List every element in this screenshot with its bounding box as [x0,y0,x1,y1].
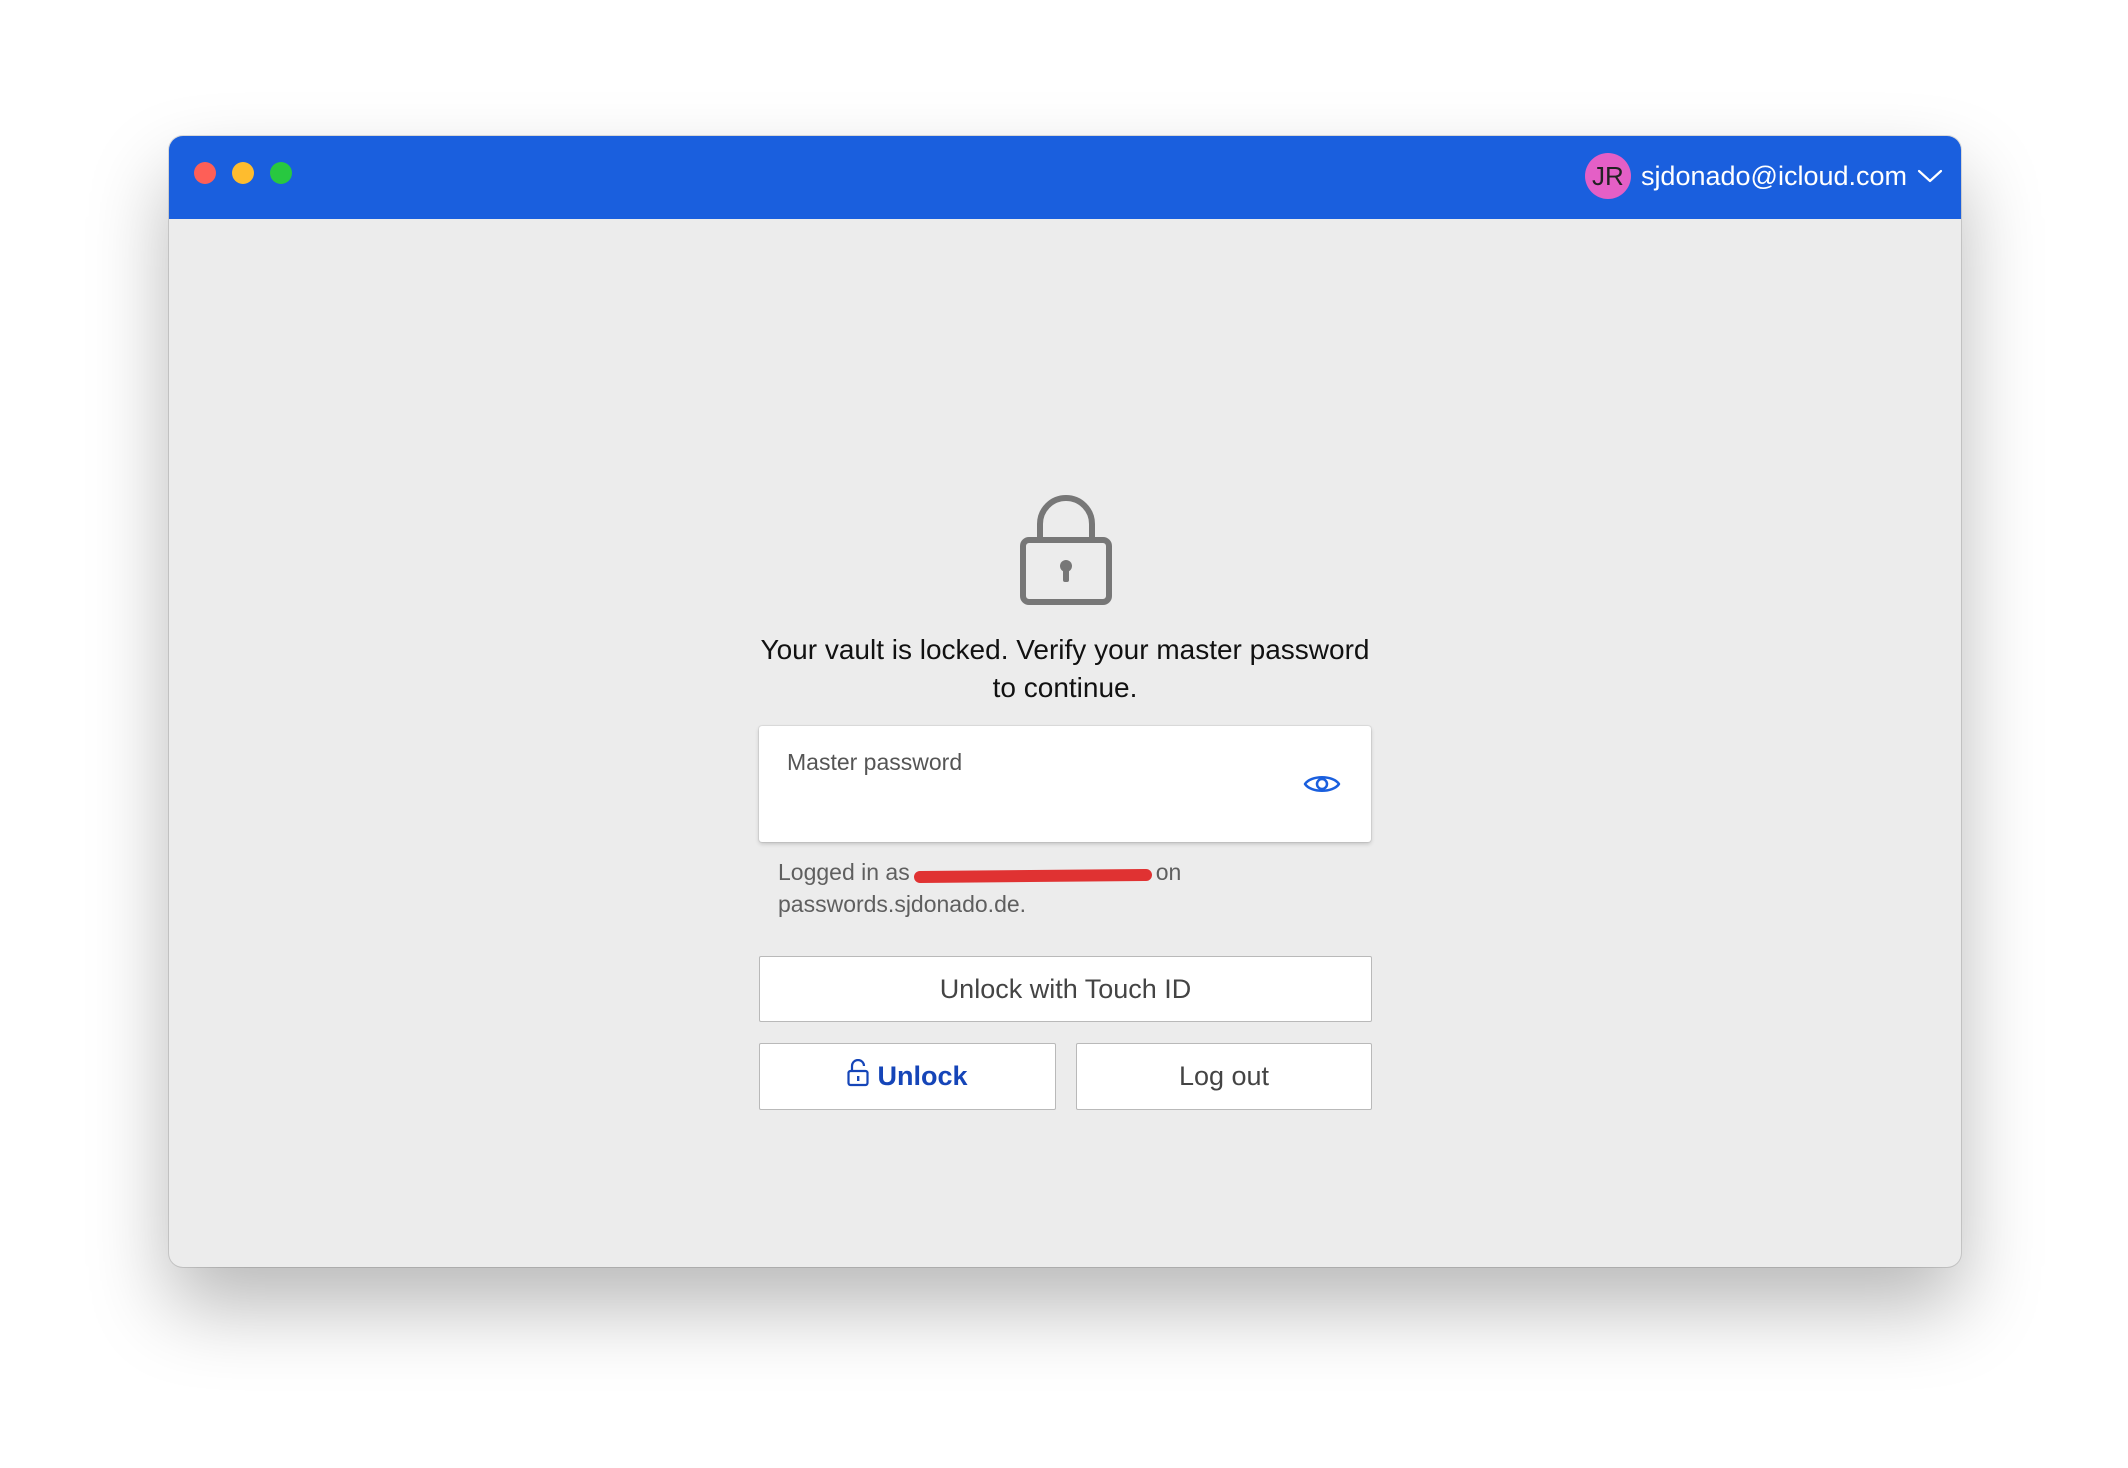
master-password-field[interactable]: Master password [759,726,1371,842]
close-window-button[interactable] [194,162,216,184]
eye-icon[interactable] [1303,772,1341,801]
master-password-label: Master password [787,749,963,775]
avatar: JR [1584,153,1631,199]
logged-in-prefix: Logged in as [778,859,910,885]
logged-in-info: Logged in as on passwords.sjdonado.de. [778,856,1378,920]
master-password-input[interactable] [787,786,1291,824]
unlock-button[interactable]: Unlock [759,1043,1056,1110]
unlock-label: Unlock [877,1061,968,1091]
zoom-window-button[interactable] [270,162,292,184]
logout-label: Log out [1178,1061,1270,1091]
lock-screen: Your vault is locked. Verify your master… [169,219,1961,1267]
unlock-icon [847,1058,870,1094]
logout-button[interactable]: Log out [1076,1043,1372,1110]
chevron-down-icon [1917,168,1943,184]
unlock-touch-id-button[interactable]: Unlock with Touch ID [759,956,1372,1022]
lock-icon [1020,494,1112,611]
account-menu[interactable]: JR sjdonado@icloud.com [1584,152,1943,200]
unlock-touch-id-label: Unlock with Touch ID [939,973,1192,1004]
logged-in-server: passwords.sjdonado.de. [778,891,1027,917]
title-bar: JR sjdonado@icloud.com [169,136,1961,219]
minimize-window-button[interactable] [232,162,254,184]
locked-message: Your vault is locked. Verify your master… [760,634,1370,703]
avatar-initials: JR [1592,160,1624,191]
account-email: sjdonado@icloud.com [1640,160,1907,191]
redacted-username [913,864,1152,884]
logged-in-suffix: on [1155,859,1182,885]
app-window: JR sjdonado@icloud.com Your vault is loc… [169,136,1961,1267]
